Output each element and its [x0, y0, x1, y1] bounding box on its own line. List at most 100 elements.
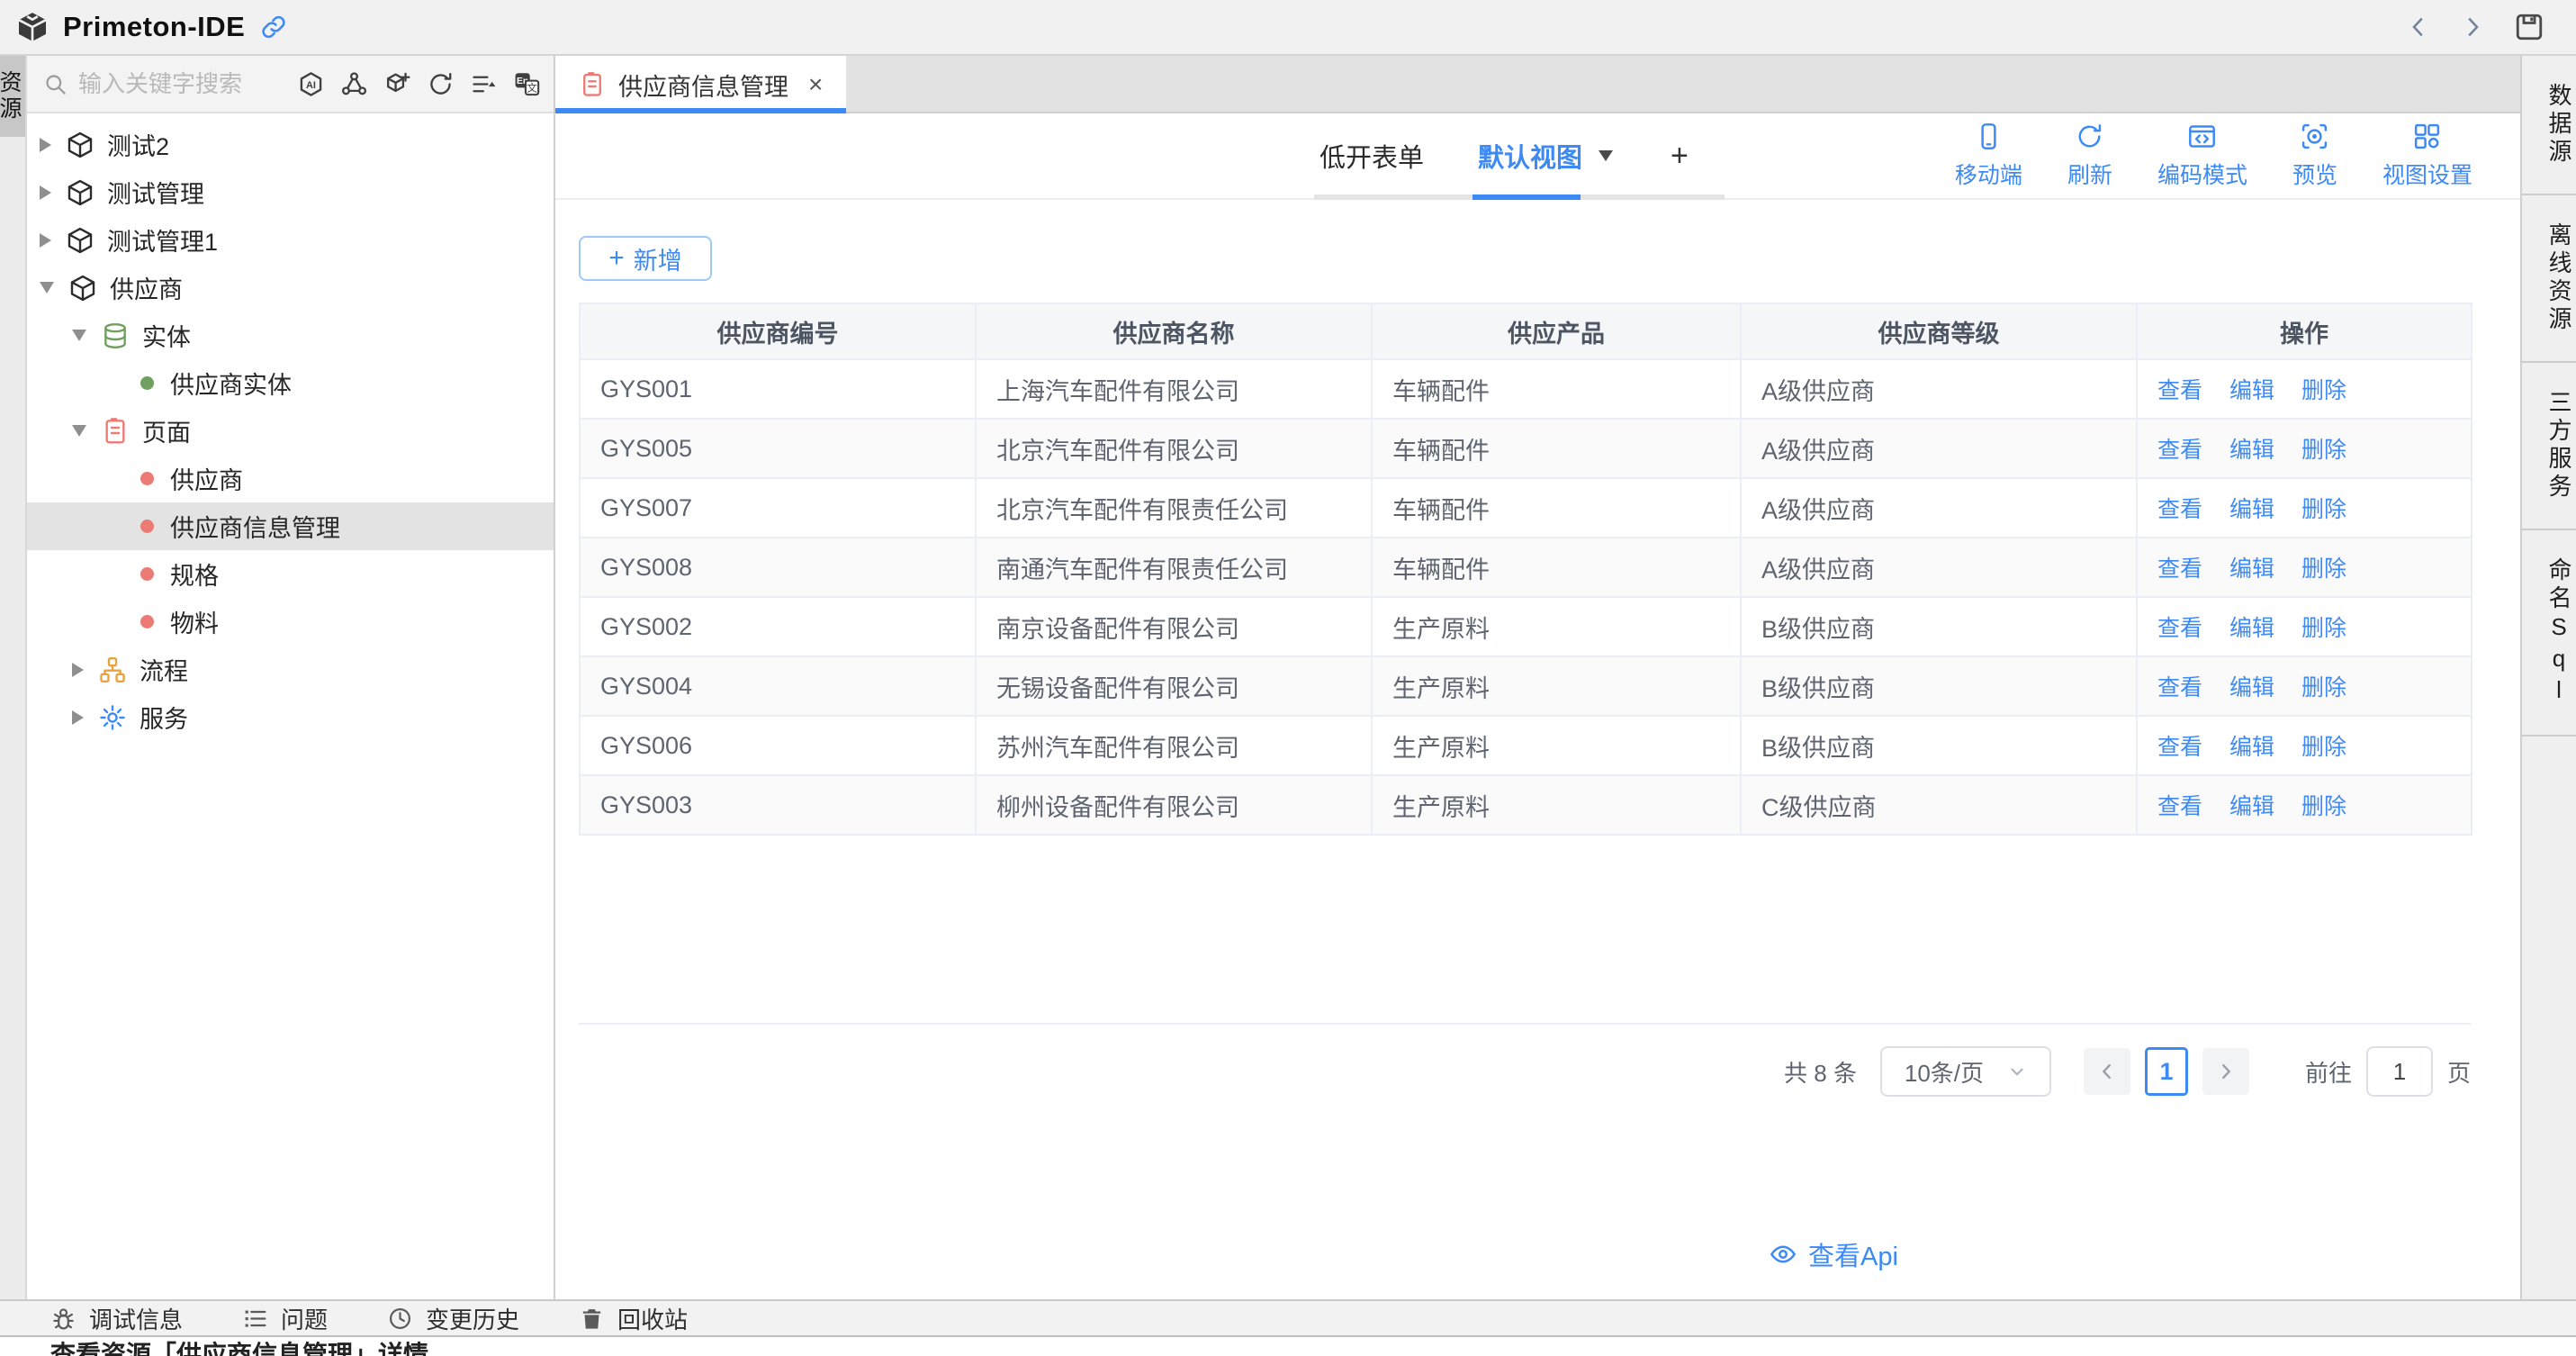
- cell-1-1: 北京汽车配件有限公司: [976, 419, 1372, 478]
- cell-7-0: GYS003: [580, 775, 976, 835]
- rail-tab-3[interactable]: 命名Sql: [2522, 530, 2576, 737]
- edit-link[interactable]: 编辑: [2229, 675, 2274, 701]
- edit-link[interactable]: 编辑: [2229, 497, 2274, 522]
- ai-icon[interactable]: AI: [297, 70, 325, 98]
- edit-link[interactable]: 编辑: [2229, 438, 2274, 463]
- view-link[interactable]: 查看: [2157, 794, 2202, 819]
- tree-item-8[interactable]: 供应商信息管理: [27, 502, 554, 550]
- statusbar-item-clock[interactable]: 变更历史: [387, 1302, 519, 1335]
- rail-tab-2[interactable]: 三方服务: [2522, 363, 2576, 530]
- edit-link[interactable]: 编辑: [2229, 616, 2274, 641]
- gear-icon: [98, 703, 127, 732]
- delete-link[interactable]: 删除: [2301, 378, 2346, 403]
- rail-tab-0[interactable]: 数据源: [2522, 56, 2576, 195]
- view-link[interactable]: 查看: [2157, 497, 2202, 522]
- collapse-icon[interactable]: [470, 70, 498, 98]
- tree-item-7[interactable]: 供应商: [27, 455, 554, 502]
- cubeadd-icon[interactable]: [383, 70, 411, 98]
- tree-item-6[interactable]: 页面: [27, 407, 554, 455]
- delete-link[interactable]: 删除: [2301, 497, 2346, 522]
- rail-tab-resources[interactable]: 资源: [0, 56, 25, 137]
- translate-icon[interactable]: En文: [513, 70, 541, 98]
- statusbar-item-trash[interactable]: 回收站: [579, 1302, 688, 1335]
- action-refresh-button[interactable]: 刷新: [2045, 122, 2135, 190]
- tree-item-2[interactable]: 测试管理1: [27, 216, 554, 264]
- search-input[interactable]: [77, 69, 288, 99]
- tree-item-4[interactable]: 实体: [27, 312, 554, 359]
- tree-item-10[interactable]: 物料: [27, 598, 554, 646]
- tab-default-view[interactable]: 默认视图: [1473, 113, 1618, 198]
- edit-link[interactable]: 编辑: [2229, 735, 2274, 760]
- link-icon[interactable]: [259, 13, 288, 41]
- svg-text:文: 文: [527, 81, 537, 94]
- tree-item-5[interactable]: 供应商实体: [27, 359, 554, 407]
- page-icon: [579, 71, 606, 98]
- delete-link[interactable]: 删除: [2301, 556, 2346, 582]
- tree-item-label: 实体: [142, 318, 191, 353]
- add-view-button[interactable]: +: [1662, 113, 1698, 198]
- statusbar-item-list[interactable]: 问题: [242, 1302, 328, 1335]
- edit-link[interactable]: 编辑: [2229, 794, 2274, 819]
- page-number-1[interactable]: 1: [2145, 1047, 2188, 1096]
- view-link[interactable]: 查看: [2157, 556, 2202, 582]
- tree-item-9[interactable]: 规格: [27, 550, 554, 598]
- caret-down-icon[interactable]: [40, 282, 54, 294]
- delete-link[interactable]: 删除: [2301, 735, 2346, 760]
- edit-link[interactable]: 编辑: [2229, 556, 2274, 582]
- action-code-button[interactable]: 编码模式: [2135, 122, 2270, 190]
- caret-right-icon[interactable]: [72, 663, 84, 677]
- nav-back-icon[interactable]: [2405, 14, 2432, 41]
- close-tab-icon[interactable]: ×: [808, 72, 823, 97]
- rail-tab-1[interactable]: 离线资源: [2522, 195, 2576, 363]
- pagination: 共 8 条 10条/页 1 前往: [579, 1046, 2471, 1097]
- bottom-hint-strip: 查看资源「供应商信息管理」详情: [0, 1339, 2576, 1356]
- add-button[interactable]: + 新增: [579, 236, 712, 281]
- doc-tab-supplier-info[interactable]: 供应商信息管理 ×: [555, 56, 846, 113]
- caret-right-icon[interactable]: [40, 138, 51, 152]
- view-link[interactable]: 查看: [2157, 735, 2202, 760]
- nav-forward-icon[interactable]: [2459, 14, 2486, 41]
- view-link[interactable]: 查看: [2157, 438, 2202, 463]
- cell-3-1: 南通汽车配件有限责任公司: [976, 538, 1372, 597]
- prev-page-button[interactable]: [2084, 1048, 2130, 1095]
- tree-item-3[interactable]: 供应商: [27, 264, 554, 312]
- actions-cell: 查看 编辑 删除: [2137, 775, 2472, 835]
- tree-item-12[interactable]: 服务: [27, 693, 554, 741]
- tab-low-code-form[interactable]: 低开表单: [1314, 113, 1429, 198]
- view-api-link[interactable]: 查看Api: [1769, 1235, 1898, 1273]
- delete-link[interactable]: 删除: [2301, 794, 2346, 819]
- caret-down-icon[interactable]: [72, 330, 86, 341]
- cell-3-0: GYS008: [580, 538, 976, 597]
- goto-page-input[interactable]: [2366, 1046, 2433, 1097]
- tree-item-11[interactable]: 流程: [27, 646, 554, 693]
- caret-right-icon[interactable]: [40, 233, 51, 248]
- eye-icon: [1769, 1240, 1797, 1269]
- cell-0-0: GYS001: [580, 359, 976, 419]
- statusbar-item-bug[interactable]: 调试信息: [50, 1302, 183, 1335]
- delete-link[interactable]: 删除: [2301, 675, 2346, 701]
- view-link[interactable]: 查看: [2157, 616, 2202, 641]
- delete-link[interactable]: 删除: [2301, 616, 2346, 641]
- preview-icon: [2300, 122, 2329, 151]
- action-preview-button[interactable]: 预览: [2270, 122, 2360, 190]
- tree-item-1[interactable]: 测试管理: [27, 168, 554, 216]
- caret-right-icon[interactable]: [40, 185, 51, 200]
- svg-text:AI: AI: [306, 79, 316, 90]
- save-icon[interactable]: [2513, 11, 2545, 43]
- action-mobile-button[interactable]: 移动端: [1932, 122, 2045, 190]
- share-icon[interactable]: [340, 70, 368, 98]
- view-link[interactable]: 查看: [2157, 675, 2202, 701]
- cell-6-2: 生产原料: [1372, 716, 1741, 775]
- view-link[interactable]: 查看: [2157, 378, 2202, 403]
- statusbar-item-label: 调试信息: [89, 1302, 183, 1335]
- caret-down-icon[interactable]: [72, 425, 86, 437]
- refresh-icon[interactable]: [427, 70, 455, 98]
- action-grid-button[interactable]: 视图设置: [2360, 122, 2495, 190]
- edit-link[interactable]: 编辑: [2229, 378, 2274, 403]
- tree-item-0[interactable]: 测试2: [27, 121, 554, 168]
- delete-link[interactable]: 删除: [2301, 438, 2346, 463]
- page-size-select[interactable]: 10条/页: [1880, 1046, 2051, 1097]
- next-page-button[interactable]: [2202, 1048, 2249, 1095]
- caret-right-icon[interactable]: [72, 710, 84, 725]
- cell-0-1: 上海汽车配件有限公司: [976, 359, 1372, 419]
